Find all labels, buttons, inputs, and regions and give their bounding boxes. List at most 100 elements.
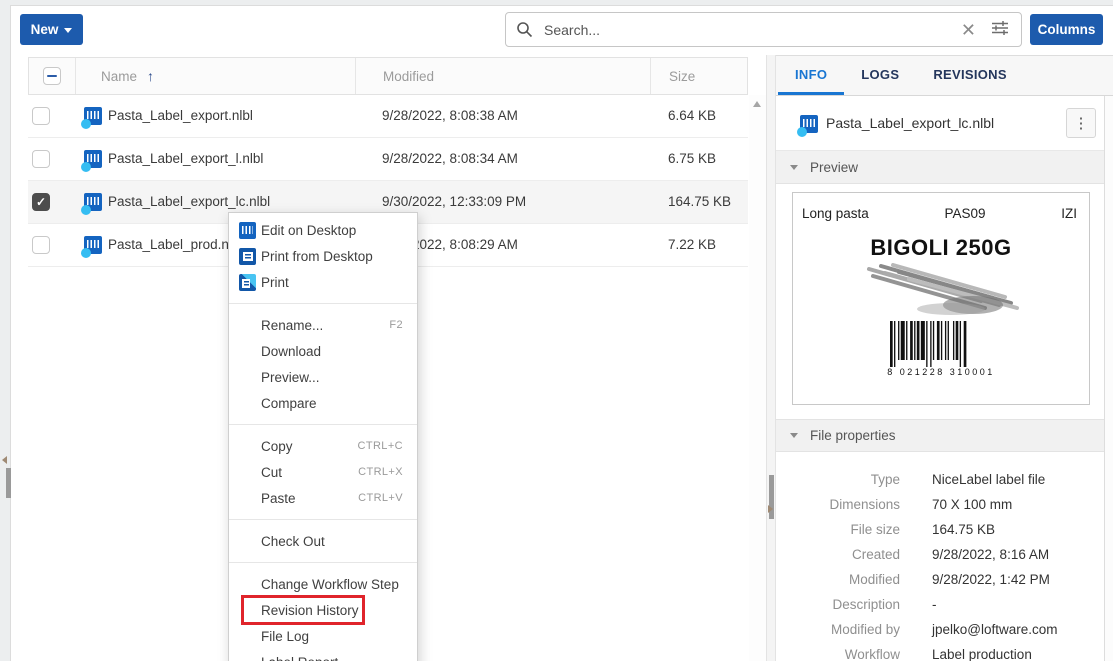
menu-item-compare[interactable]: Compare [229, 390, 417, 416]
menu-item-label-report[interactable]: Label Report [229, 649, 417, 661]
columns-button[interactable]: Columns [1030, 14, 1103, 45]
table-header: Name ↑ Modified Size [28, 57, 748, 95]
label-text-right: IZI [1061, 206, 1077, 221]
menu-item-print[interactable]: Print [229, 269, 417, 295]
menu-item-print-from-desktop[interactable]: Print from Desktop [229, 243, 417, 269]
row-checkbox[interactable] [32, 150, 50, 168]
property-value: Label production [932, 647, 1032, 661]
file-name: Pasta_Label_export_l.nlbl [108, 138, 263, 180]
menu-item-copy[interactable]: Copy CTRL+C [229, 433, 417, 459]
property-label: Modified by [776, 622, 900, 637]
info-tabs: INFOLOGSREVISIONS [776, 55, 1113, 96]
panel-file-header: Pasta_Label_export_lc.nlbl ⋮ [776, 96, 1113, 151]
menu-separator [229, 424, 417, 425]
file-name: Pasta_Label_export.nlbl [108, 95, 253, 137]
menu-shortcut: CTRL+C [358, 440, 404, 452]
status-dot [81, 119, 91, 129]
new-button[interactable]: New [20, 14, 83, 45]
expand-right-panel-icon[interactable] [768, 505, 773, 513]
property-row: Description- [776, 592, 1104, 617]
column-header-modified[interactable]: Modified [356, 58, 651, 94]
menu-item-label: Compare [261, 396, 317, 411]
menu-item-label: Edit on Desktop [261, 223, 356, 238]
property-value: NiceLabel label file [932, 472, 1045, 487]
label-text-left: Long pasta [802, 206, 869, 221]
select-all-checkbox[interactable] [43, 67, 61, 85]
menu-separator [229, 303, 417, 304]
barcode-glyph [803, 119, 815, 127]
file-size: 6.64 KB [668, 95, 716, 137]
property-value: 9/28/2022, 1:42 PM [932, 572, 1050, 587]
file-modified: 9/28/2022, 8:08:34 AM [382, 138, 518, 180]
file-properties-list: TypeNiceLabel label fileDimensions70 X 1… [776, 452, 1104, 661]
panel-scrollbar[interactable] [1104, 96, 1113, 661]
property-label: Workflow [776, 647, 900, 661]
preview-area: Long pasta PAS09 IZI BIGOLI 250G [776, 184, 1113, 419]
menu-item-download[interactable]: Download [229, 338, 417, 364]
table-row[interactable]: Pasta_Label_export_l.nlbl 9/28/2022, 8:08… [28, 138, 748, 181]
menu-item-label: Cut [261, 465, 282, 480]
menu-item-label: Print [261, 275, 289, 290]
clear-search-icon[interactable]: ✕ [952, 21, 985, 39]
property-label: Created [776, 547, 900, 562]
more-options-button[interactable]: ⋮ [1066, 108, 1096, 138]
label-file-icon [84, 193, 102, 211]
column-header-name[interactable]: Name ↑ [76, 58, 356, 94]
context-menu: Edit on Desktop Print from Desktop Print Re… [228, 212, 418, 661]
property-label: File size [776, 522, 900, 537]
menu-item-file-log[interactable]: File Log [229, 623, 417, 649]
menu-item-paste[interactable]: PasteCTRL+V [229, 485, 417, 511]
menu-item-label: Copy [261, 439, 293, 454]
menu-item-cut[interactable]: Cut CTRL+X [229, 459, 417, 485]
new-button-label: New [31, 22, 59, 37]
menu-item-label: Label Report [261, 655, 338, 661]
file-modified: 9/28/2022, 8:08:38 AM [382, 95, 518, 137]
tab-logs[interactable]: LOGS [844, 56, 916, 95]
panel-splitter[interactable] [766, 55, 776, 661]
search-box: ✕ [505, 12, 1022, 47]
menu-separator [229, 562, 417, 563]
search-input[interactable] [542, 21, 952, 39]
row-checkbox[interactable] [32, 236, 50, 254]
tab-revisions[interactable]: REVISIONS [916, 56, 1024, 95]
status-dot [81, 205, 91, 215]
table-row[interactable]: Pasta_Label_export.nlbl 9/28/2022, 8:08:3… [28, 95, 748, 138]
menu-separator [229, 519, 417, 520]
scroll-up-icon[interactable] [753, 101, 761, 107]
menu-shortcut: CTRL+V [358, 492, 403, 504]
left-splitter-handle[interactable] [6, 468, 11, 498]
menu-item-label: Change Workflow Step [261, 577, 399, 592]
filter-icon[interactable] [985, 18, 1011, 41]
property-row: Dimensions70 X 100 mm [776, 492, 1104, 517]
menu-item-edit-on-desktop[interactable]: Edit on Desktop [229, 217, 417, 243]
collapse-section-icon [790, 433, 798, 438]
column-header-size[interactable]: Size [651, 58, 749, 94]
menu-item-label: Revision History [261, 603, 359, 618]
print-desktop-icon [239, 248, 256, 265]
menu-item-rename[interactable]: Rename...F2 [229, 312, 417, 338]
label-header-row: Long pasta PAS09 IZI [793, 193, 1089, 221]
menu-item-check-out[interactable]: Check Out [229, 528, 417, 554]
menu-item-label: Check Out [261, 534, 325, 549]
property-row: Created9/28/2022, 8:16 AM [776, 542, 1104, 567]
menu-item-change-workflow-step[interactable]: Change Workflow Step [229, 571, 417, 597]
row-checkbox[interactable] [32, 107, 50, 125]
menu-shortcut: CTRL+X [358, 466, 403, 478]
column-label-name: Name [101, 69, 137, 84]
barcode-digits: 8 021228 310001 [885, 367, 997, 377]
tab-info[interactable]: INFO [778, 56, 844, 95]
file-properties-section-header[interactable]: File properties [776, 419, 1113, 452]
collapse-section-icon [790, 165, 798, 170]
row-checkbox[interactable]: ✓ [32, 193, 50, 211]
menu-item-revision-history[interactable]: Revision History [229, 597, 417, 623]
select-all-cell [29, 58, 76, 94]
preview-section-header[interactable]: Preview [776, 151, 1113, 184]
property-row: TypeNiceLabel label file [776, 467, 1104, 492]
property-row: Workflow Label production [776, 642, 1104, 661]
menu-item-label: File Log [261, 629, 309, 644]
menu-item-preview[interactable]: Preview... [229, 364, 417, 390]
list-scrollbar[interactable] [749, 95, 766, 661]
menu-item-label: Print from Desktop [261, 249, 373, 264]
file-size: 7.22 KB [668, 224, 716, 266]
collapse-left-panel-icon[interactable] [2, 456, 7, 464]
